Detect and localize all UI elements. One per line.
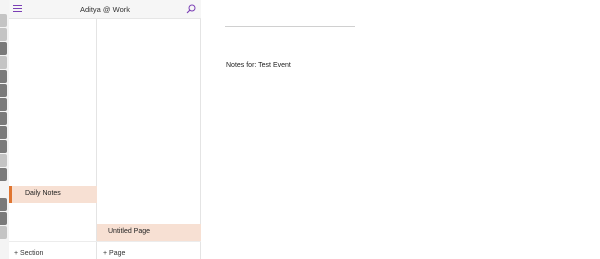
- notebook-tab[interactable]: [0, 98, 7, 111]
- pages-pane: Untitled Page + Page: [97, 19, 201, 259]
- add-section-button[interactable]: + Section: [14, 250, 43, 257]
- page-item-untitled[interactable]: Untitled Page: [97, 224, 201, 241]
- note-text[interactable]: Notes for: Test Event: [226, 62, 291, 69]
- sections-pane: Daily Notes + Section: [9, 19, 97, 259]
- page-item-label: Untitled Page: [108, 228, 151, 235]
- notebook-tab[interactable]: [0, 140, 7, 153]
- notebook-tab[interactable]: [0, 42, 7, 55]
- page-title-field[interactable]: [225, 26, 355, 27]
- notebook-tab[interactable]: [0, 84, 7, 97]
- notebook-tab[interactable]: [0, 168, 7, 181]
- notebook-header: Aditya @ Work: [9, 0, 201, 19]
- notebook-tab[interactable]: [0, 28, 7, 41]
- page-canvas[interactable]: Notes for: Test Event: [201, 0, 600, 259]
- notebook-tab[interactable]: [0, 14, 7, 27]
- notebook-tab-strip: [0, 0, 9, 259]
- search-icon[interactable]: [186, 4, 196, 14]
- section-item-label: Daily Notes: [25, 190, 61, 197]
- notebook-tab[interactable]: [0, 212, 7, 225]
- notebook-tab[interactable]: [0, 198, 7, 211]
- notebook-tab[interactable]: [0, 126, 7, 139]
- add-page-button[interactable]: + Page: [103, 250, 125, 257]
- notebook-tab[interactable]: [0, 112, 7, 125]
- divider: [9, 241, 201, 242]
- notebook-tab[interactable]: [0, 154, 7, 167]
- notebook-tab[interactable]: [0, 226, 7, 239]
- notebook-tab[interactable]: [0, 56, 7, 69]
- notebook-tab[interactable]: [0, 70, 7, 83]
- section-item-daily-notes[interactable]: Daily Notes: [9, 186, 97, 203]
- notebook-title[interactable]: Aditya @ Work: [9, 5, 201, 14]
- section-color-marker: [9, 186, 12, 203]
